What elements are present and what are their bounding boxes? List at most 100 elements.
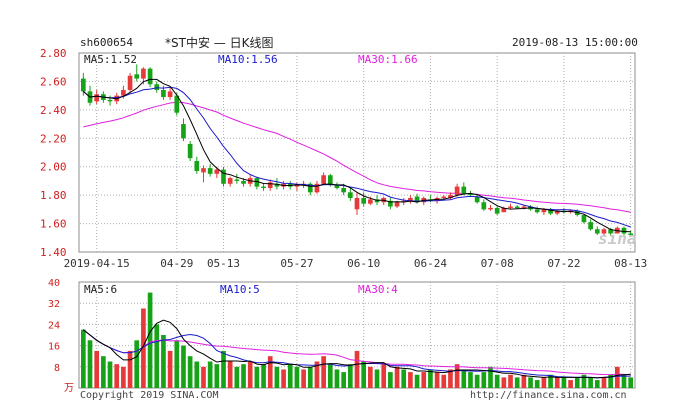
volume-bar xyxy=(628,377,633,388)
stock-symbol: sh600654 xyxy=(80,36,133,49)
candle-body xyxy=(187,143,193,159)
volume-bar xyxy=(474,374,480,388)
candle-body xyxy=(201,168,206,173)
date-axis: 2019-04-15 04-29 05-13 05-27 06-10 06-24 07-08… xyxy=(64,257,648,270)
copyright-text: Copyright 2019 SINA.COM xyxy=(80,390,218,401)
candle-body xyxy=(481,202,487,210)
candle-body xyxy=(534,209,540,213)
volume-bar xyxy=(114,364,120,388)
volume-bar xyxy=(194,361,200,388)
volume-bar xyxy=(134,340,140,388)
candle-body xyxy=(581,215,587,223)
volume-bar xyxy=(434,372,440,388)
volume-bar xyxy=(501,377,507,388)
price-tick-label: 2.40 xyxy=(40,104,67,117)
date-tick-label: 06-10 xyxy=(347,257,380,270)
volume-bar xyxy=(261,364,266,388)
price-tick-label: 1.60 xyxy=(40,218,67,231)
date-tick-label: 06-24 xyxy=(414,257,447,270)
volume-bar xyxy=(107,361,113,388)
kline-chart: sh600654 *ST中安 — 日K线图 2019-08-13 15:00:0… xyxy=(40,35,647,401)
volume-bar xyxy=(94,350,100,388)
candle-body xyxy=(361,197,367,204)
volume-bar xyxy=(147,292,153,388)
volume-bar xyxy=(454,364,460,388)
candle-body xyxy=(588,222,593,230)
volume-bar xyxy=(554,377,560,388)
date-tick-label: 08-13 xyxy=(614,257,647,270)
volume-bar xyxy=(421,372,427,388)
date-tick-label: 04-29 xyxy=(160,257,193,270)
volume-bar xyxy=(247,361,253,388)
candle-body xyxy=(181,124,186,139)
volume-bar xyxy=(281,369,286,388)
volume-tick-label: 8 xyxy=(54,363,60,374)
volume-bar xyxy=(381,364,387,388)
volume-bar xyxy=(394,366,400,388)
ma30-legend: MA30:1.66 xyxy=(358,53,418,66)
volume-bar xyxy=(187,356,193,388)
volume-bar xyxy=(307,366,313,388)
volume-bar xyxy=(321,356,326,388)
price-tick-label: 2.00 xyxy=(40,161,67,174)
volume-bar xyxy=(127,350,133,388)
candle-body xyxy=(147,68,153,85)
candle-body xyxy=(94,94,100,102)
volume-bar xyxy=(568,380,573,388)
candle-body xyxy=(107,99,113,102)
candle-body xyxy=(227,178,233,184)
volume-bar xyxy=(167,350,173,388)
vol-ma5-legend: MA5:6 xyxy=(84,283,117,296)
candle-body xyxy=(321,175,326,184)
candle-body xyxy=(454,186,460,196)
volume-bar xyxy=(441,374,447,388)
volume-tick-label: 16 xyxy=(48,342,60,353)
volume-bar xyxy=(347,364,353,388)
volume-bar xyxy=(534,380,540,388)
volume-bar xyxy=(521,374,527,388)
candle-body xyxy=(214,169,220,174)
candle-body xyxy=(141,68,146,79)
price-tick-label: 2.20 xyxy=(40,132,67,145)
volume-bar xyxy=(588,377,593,388)
volume-bar xyxy=(327,364,333,388)
volume-bar xyxy=(468,372,473,388)
volume-bar xyxy=(181,345,186,388)
candle-body xyxy=(161,89,166,98)
price-tick-label: 2.80 xyxy=(40,47,67,60)
date-tick-label: 05-13 xyxy=(207,257,240,270)
ma5-legend: MA5:1.52 xyxy=(84,53,137,66)
candle-body xyxy=(354,197,360,210)
volume-bar xyxy=(294,366,300,388)
volume-bar xyxy=(254,366,260,388)
volume-bar xyxy=(267,356,273,388)
candle-body xyxy=(234,179,240,181)
candle-body xyxy=(521,206,527,208)
volume-bar xyxy=(361,361,367,388)
volume-bar xyxy=(614,366,620,388)
volume-unit: 万 xyxy=(64,383,74,394)
candle-body xyxy=(508,206,513,208)
volume-bar xyxy=(334,369,340,388)
volume-bar xyxy=(408,372,413,388)
sina-watermark: sina xyxy=(598,229,637,248)
volume-bar xyxy=(227,361,233,388)
price-panel: 2.80 2.60 2.40 2.20 2.00 1.80 1.60 1.40 2019-04… xyxy=(40,47,647,270)
volume-bar xyxy=(388,372,393,388)
volume-panel: 40 32 24 16 8 MA5:6 MA10:5 MA30:4 万 xyxy=(48,278,636,394)
candle-body xyxy=(154,84,160,90)
volume-bar xyxy=(354,350,360,388)
volume-bar xyxy=(101,356,106,388)
volume-bar xyxy=(287,364,293,388)
volume-bar xyxy=(574,377,580,388)
volume-bar xyxy=(241,364,246,388)
volume-bar xyxy=(514,377,520,388)
candle-body xyxy=(514,206,520,208)
candle-body xyxy=(461,186,467,194)
date-tick-label: 07-22 xyxy=(547,257,580,270)
volume-bar xyxy=(488,366,493,388)
volume-bar xyxy=(87,340,93,388)
candle-body xyxy=(347,192,353,198)
source-link[interactable]: http://finance.sina.com.cn xyxy=(470,390,627,401)
price-gridlines xyxy=(80,53,634,252)
